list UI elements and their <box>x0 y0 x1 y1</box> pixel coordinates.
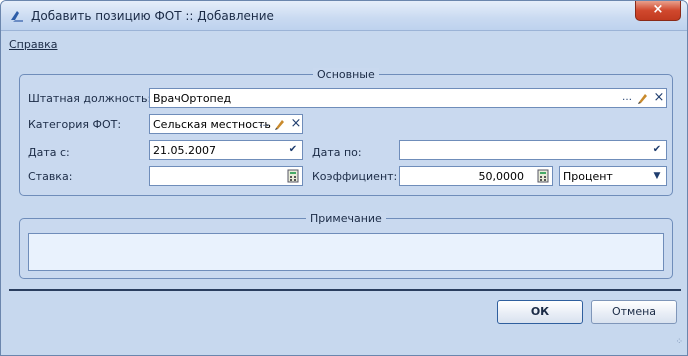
category-field[interactable]: Сельская местность … × <box>149 114 303 134</box>
position-label: Штатная должность: <box>28 92 152 105</box>
note-group-title: Примечание <box>306 212 386 225</box>
window-title: Добавить позицию ФОТ :: Добавление <box>31 9 274 23</box>
ellipsis-icon[interactable]: … <box>257 117 271 131</box>
position-field[interactable]: ВрачОртопед … × <box>149 88 667 108</box>
unit-value: Процент <box>563 170 613 183</box>
dialog-window: Добавить позицию ФОТ :: Добавление × Спр… <box>0 0 688 356</box>
resize-grip-icon[interactable]: ⁘ <box>669 338 683 353</box>
date-to-field[interactable]: ✔ <box>399 140 667 160</box>
close-button[interactable]: × <box>635 1 681 21</box>
category-label: Категория ФОТ: <box>28 118 122 131</box>
rate-field[interactable] <box>149 166 303 186</box>
dropdown-check-icon[interactable]: ✔ <box>650 143 664 157</box>
note-textarea[interactable] <box>28 233 664 271</box>
unit-select[interactable]: Процент ▼ <box>559 166 667 186</box>
title-bar: Добавить позицию ФОТ :: Добавление × <box>1 1 687 31</box>
chevron-down-icon[interactable]: ▼ <box>650 169 664 183</box>
clear-icon[interactable]: × <box>652 91 666 105</box>
app-icon <box>11 11 23 22</box>
cancel-button[interactable]: Отмена <box>591 300 677 324</box>
edit-icon[interactable] <box>273 117 287 131</box>
date-to-label: Дата по: <box>312 146 362 159</box>
calculator-icon[interactable] <box>536 169 550 183</box>
ellipsis-icon[interactable]: … <box>620 91 634 105</box>
rate-label: Ставка: <box>28 170 73 183</box>
menu-help[interactable]: Справка <box>9 38 57 51</box>
coef-field[interactable]: 50,0000 <box>399 166 553 186</box>
menu-bar: Справка <box>1 32 687 56</box>
position-value: ВрачОртопед <box>153 92 232 105</box>
edit-icon[interactable] <box>636 91 650 105</box>
calculator-icon[interactable] <box>286 169 300 183</box>
date-from-label: Дата с: <box>28 146 70 159</box>
coef-value: 50,0000 <box>478 170 525 183</box>
separator <box>9 289 681 291</box>
main-group-title: Основные <box>313 68 379 81</box>
clear-icon[interactable]: × <box>289 117 303 131</box>
category-value: Сельская местность <box>153 118 271 131</box>
date-from-field[interactable]: 21.05.2007 ✔ <box>149 140 303 160</box>
ok-button[interactable]: ОК <box>497 300 583 324</box>
date-from-value: 21.05.2007 <box>153 144 216 157</box>
dropdown-check-icon[interactable]: ✔ <box>286 143 300 157</box>
coef-label: Коэффициент: <box>312 170 398 183</box>
